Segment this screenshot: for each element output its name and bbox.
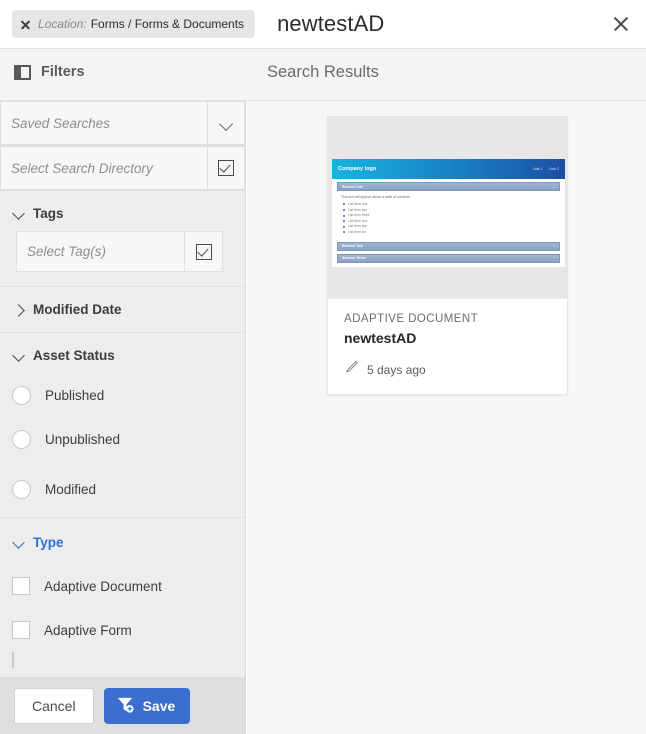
saved-searches-input[interactable]: Saved Searches xyxy=(0,101,207,145)
thumbnail-links: Link 1 Link 2 xyxy=(533,167,559,171)
card-title: newtestAD xyxy=(344,330,553,346)
checkbox-icon xyxy=(12,652,14,668)
pencil-icon xyxy=(344,360,359,380)
save-button-label: Save xyxy=(143,698,176,714)
close-icon[interactable] xyxy=(20,19,31,30)
type-section-header[interactable]: Type xyxy=(0,518,245,564)
type-option-adaptive-form[interactable]: Adaptive Form xyxy=(0,608,245,652)
radio-icon xyxy=(12,430,31,449)
saved-searches-dropdown-button[interactable] xyxy=(207,101,245,145)
tags-section: Tags Select Tag(s) xyxy=(0,191,245,287)
card-type-label: ADAPTIVE DOCUMENT xyxy=(344,313,553,325)
type-option-adaptive-document[interactable]: Adaptive Document xyxy=(0,564,245,608)
asset-status-section: Asset Status Published Unpublished Modif… xyxy=(0,333,245,518)
option-label: Published xyxy=(45,388,104,403)
result-card[interactable]: Company logo Link 1 Link 2 Section One –… xyxy=(327,116,568,395)
type-option-partial[interactable] xyxy=(0,652,245,668)
option-label: Adaptive Form xyxy=(44,623,132,638)
thumbnail-section-toggle: + xyxy=(553,244,555,248)
search-panel: Location: Forms / Forms & Documents newt… xyxy=(0,0,646,734)
type-section-title: Type xyxy=(33,535,64,550)
thumbnail-section-bar: Section Two + xyxy=(337,242,560,251)
sidebar-footer: Cancel Save xyxy=(0,677,246,734)
thumbnail-list-item: List Item four xyxy=(348,219,560,223)
thumbnail-section-label: Section One xyxy=(342,185,363,189)
search-directory-picker-button[interactable] xyxy=(207,146,245,190)
checkbox-picker-icon xyxy=(218,160,234,176)
filter-add-icon xyxy=(116,695,135,717)
thumbnail-list-item: List Item six xyxy=(348,230,560,234)
save-button[interactable]: Save xyxy=(104,688,191,724)
thumbnail-header: Company logo Link 1 Link 2 xyxy=(332,159,565,179)
filters-sidebar: Saved Searches Select Search Directory T… xyxy=(0,101,246,734)
cancel-button[interactable]: Cancel xyxy=(14,688,94,724)
card-info: ADAPTIVE DOCUMENT newtestAD 5 days ago xyxy=(328,298,567,394)
thumbnail-section-bar: Section One – xyxy=(337,182,560,191)
location-chip-prefix: Location: xyxy=(38,17,87,31)
option-label: Unpublished xyxy=(45,432,120,447)
card-thumbnail: Company logo Link 1 Link 2 Section One –… xyxy=(328,117,567,298)
asset-status-section-title: Asset Status xyxy=(33,348,115,363)
thumbnail-paragraph: This text will appear above a table of c… xyxy=(341,195,560,199)
card-modified-meta: 5 days ago xyxy=(344,360,553,380)
panel-icon xyxy=(14,65,31,80)
top-bar: Location: Forms / Forms & Documents newt… xyxy=(0,0,646,48)
thumbnail-section-toggle: + xyxy=(553,256,555,260)
thumbnail-section-label: Section Three xyxy=(342,256,366,260)
search-results-title: Search Results xyxy=(267,63,379,82)
modified-date-section-title: Modified Date xyxy=(33,302,122,317)
close-icon[interactable] xyxy=(608,11,634,37)
thumbnail-list-item: List Item three xyxy=(348,213,560,217)
chevron-down-icon xyxy=(13,208,25,220)
thumbnail-section-bar: Section Three + xyxy=(337,254,560,263)
thumbnail-section-label: Section Two xyxy=(342,244,363,248)
asset-status-option-published[interactable]: Published xyxy=(0,373,245,417)
tags-input[interactable]: Select Tag(s) xyxy=(17,232,184,271)
sub-bar: Filters Search Results xyxy=(0,48,646,101)
radio-icon xyxy=(12,480,31,499)
tags-field: Select Tag(s) xyxy=(16,231,223,272)
modified-date-section: Modified Date xyxy=(0,287,245,333)
thumbnail-body: This text will appear above a table of c… xyxy=(332,191,565,239)
thumbnail-document-preview: Company logo Link 1 Link 2 Section One –… xyxy=(332,159,565,267)
saved-searches-row: Saved Searches xyxy=(0,101,245,146)
thumbnail-list-item: List Item one xyxy=(348,202,560,206)
thumbnail-link: Link 1 xyxy=(533,167,543,171)
search-directory-input[interactable]: Select Search Directory xyxy=(0,146,207,190)
location-chip-value: Forms / Forms & Documents xyxy=(91,17,244,31)
option-label: Modified xyxy=(45,482,96,497)
tags-section-header[interactable]: Tags xyxy=(0,191,245,231)
option-label: Adaptive Document xyxy=(44,579,162,594)
chevron-down-icon xyxy=(220,117,233,130)
tags-picker-button[interactable] xyxy=(184,232,222,271)
checkbox-icon xyxy=(12,577,30,595)
page-title: newtestAD xyxy=(277,11,384,37)
location-filter-chip[interactable]: Location: Forms / Forms & Documents xyxy=(12,10,255,38)
thumbnail-list-item: List Item five xyxy=(348,224,560,228)
thumbnail-section-toggle: – xyxy=(553,185,555,189)
type-section: Type Adaptive Document Adaptive Form xyxy=(0,518,245,668)
chevron-down-icon xyxy=(13,537,25,549)
search-results-area: Company logo Link 1 Link 2 Section One –… xyxy=(247,101,646,734)
thumbnail-link: Link 2 xyxy=(549,167,559,171)
chevron-down-icon xyxy=(13,350,25,362)
asset-status-option-modified[interactable]: Modified xyxy=(0,461,245,517)
thumbnail-list-item: List Item two xyxy=(348,208,560,212)
asset-status-section-header[interactable]: Asset Status xyxy=(0,333,245,373)
filters-label: Filters xyxy=(41,64,85,80)
card-modified-text: 5 days ago xyxy=(367,363,426,377)
tags-section-title: Tags xyxy=(33,206,64,221)
checkbox-icon xyxy=(12,621,30,639)
modified-date-section-header[interactable]: Modified Date xyxy=(0,287,245,332)
checkbox-picker-icon xyxy=(196,244,212,260)
search-directory-row: Select Search Directory xyxy=(0,146,245,191)
filters-toggle[interactable]: Filters xyxy=(14,64,85,80)
chevron-right-icon xyxy=(13,304,25,316)
thumbnail-logo-text: Company logo xyxy=(338,166,376,172)
radio-icon xyxy=(12,386,31,405)
asset-status-option-unpublished[interactable]: Unpublished xyxy=(0,417,245,461)
